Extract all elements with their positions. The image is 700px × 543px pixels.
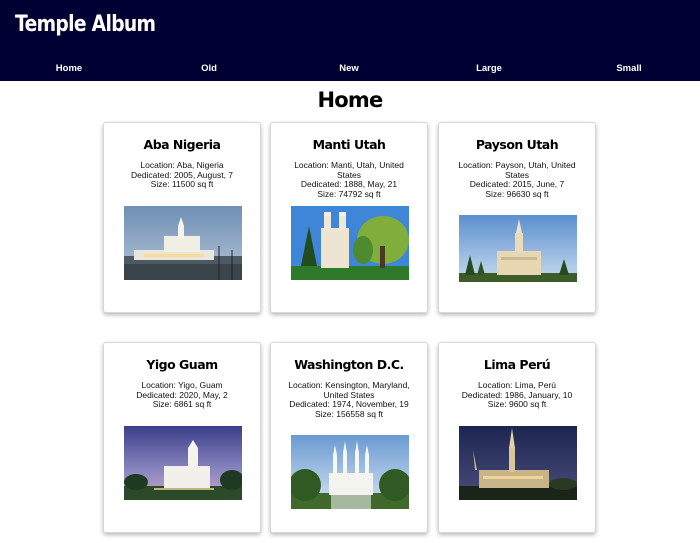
temple-photo <box>459 426 577 500</box>
temple-name: Washington D.C. <box>294 357 404 372</box>
temple-size: Size: 96630 sq ft <box>485 188 549 199</box>
temple-size: Size: 74792 sq ft <box>317 188 381 199</box>
temple-info: Location: Manti, Utah, United States Ded… <box>281 160 417 199</box>
temple-name: Payson Utah <box>475 137 559 152</box>
temple-name: Aba Nigeria <box>143 137 221 152</box>
temple-size: Size: 156558 sq ft <box>314 408 384 419</box>
temple-info: Location: Kensington, Maryland, United S… <box>281 380 417 419</box>
temple-info: Location: Yigo, Guam Dedicated: 2020, Ma… <box>114 380 250 410</box>
nav-link-home[interactable]: Home <box>56 63 82 74</box>
temple-name: Yigo Guam <box>146 357 218 372</box>
temple-size: Size: 6861 sq ft <box>152 399 212 410</box>
temple-location: Location: Kensington, Maryland, United S… <box>288 380 410 400</box>
temple-info: Location: Payson, Utah, United States De… <box>449 160 585 199</box>
temple-location: Location: Manti, Utah, United States <box>294 160 404 180</box>
temple-info: Location: Lima, Perú Dedicated: 1986, Ja… <box>449 380 585 410</box>
temple-location: Location: Payson, Utah, United States <box>458 160 576 180</box>
temple-card: Aba Nigeria Location: Aba, Nigeria Dedic… <box>103 122 261 313</box>
nav-link-old[interactable]: Old <box>201 63 217 74</box>
temple-name: Manti Utah <box>312 137 386 152</box>
temple-card: Yigo Guam Location: Yigo, Guam Dedicated… <box>103 342 261 533</box>
temple-photo <box>291 206 409 280</box>
site-title: Temple Album <box>15 12 156 37</box>
temple-card: Lima Perú Location: Lima, Perú Dedicated… <box>438 342 596 533</box>
nav-link-large[interactable]: Large <box>476 63 502 74</box>
temple-photo <box>459 215 577 282</box>
temple-name: Lima Perú <box>483 357 551 372</box>
nav-link-small[interactable]: Small <box>616 63 641 74</box>
temple-size: Size: 11500 sq ft <box>150 179 214 190</box>
temple-card: Payson Utah Location: Payson, Utah, Unit… <box>438 122 596 313</box>
temple-size: Size: 9600 sq ft <box>487 399 547 410</box>
temple-photo <box>291 435 409 509</box>
temple-photo <box>124 206 242 280</box>
temple-card: Manti Utah Location: Manti, Utah, United… <box>270 122 428 313</box>
temple-info: Location: Aba, Nigeria Dedicated: 2005, … <box>114 160 250 190</box>
page-heading: Home <box>317 88 384 112</box>
temple-card: Washington D.C. Location: Kensington, Ma… <box>270 342 428 533</box>
site-header: Temple Album Home Old New Large Small <box>0 0 700 81</box>
temple-photo <box>124 426 242 500</box>
nav-link-new[interactable]: New <box>339 63 359 74</box>
